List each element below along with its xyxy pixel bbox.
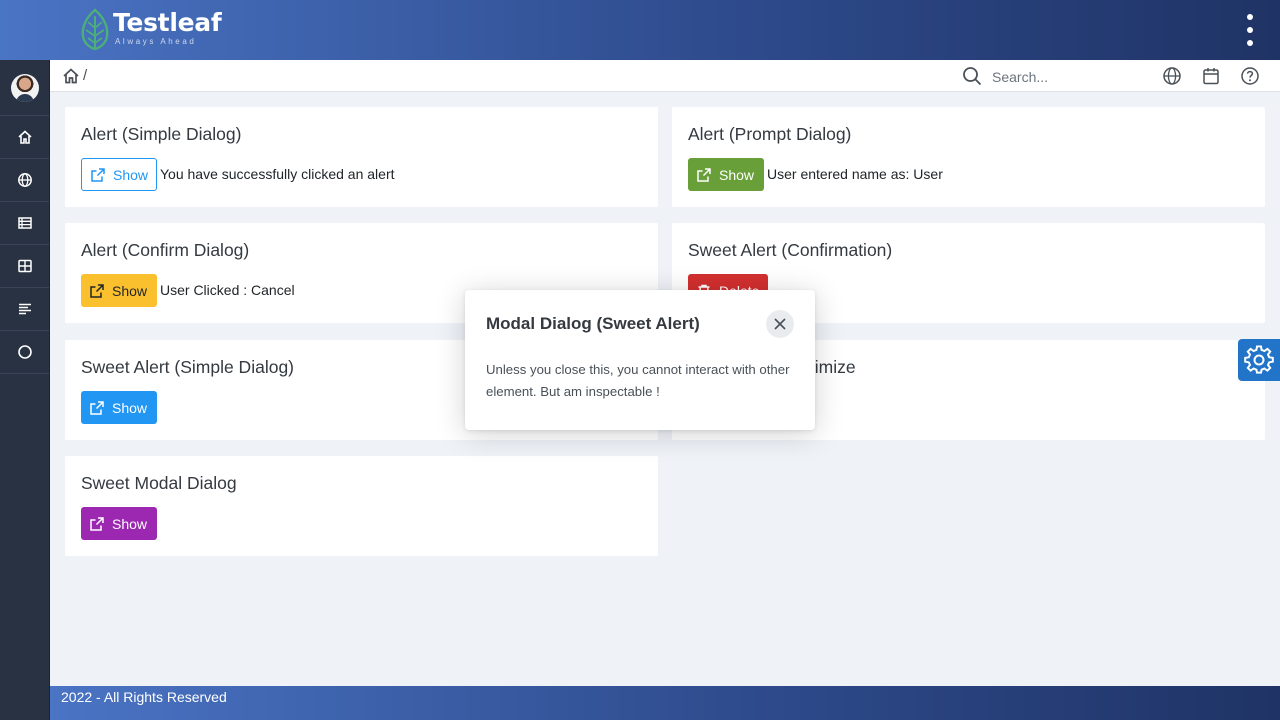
external-link-icon [90,516,104,531]
list-icon [17,217,32,229]
sidebar-item-browser[interactable] [0,159,49,202]
sidebar-item-home[interactable] [0,116,49,159]
card-prompt-alert: Alert (Prompt Dialog) Show User entered … [672,107,1265,207]
card-title: Alert (Prompt Dialog) [688,124,852,144]
card-title: Alert (Confirm Dialog) [81,240,250,260]
show-sweet-modal-button[interactable]: Show [81,507,157,540]
leaf-logo-icon [81,8,109,51]
sidebar-item-misc[interactable] [0,331,49,374]
grid-icon [17,259,32,273]
more-menu-icon[interactable] [1240,14,1260,46]
card-title: Alert (Simple Dialog) [81,124,242,144]
help-icon[interactable] [1240,66,1260,86]
card-sweet-modal: Sweet Modal Dialog Show [65,456,658,556]
button-label: Show [113,166,149,183]
card-simple-alert: Alert (Simple Dialog) Show You have succ… [65,107,658,207]
breadcrumb-separator: / [83,67,88,84]
breadcrumb: / [50,60,1280,92]
brand-logo[interactable]: Testleaf Always Ahead [80,8,222,52]
show-confirm-alert-button[interactable]: Show [81,274,157,307]
modal-body: Unless you close this, you cannot intera… [486,362,790,399]
brand-tagline: Always Ahead [115,37,197,46]
globe-icon[interactable] [1162,66,1182,86]
show-sweet-simple-button[interactable]: Show [81,391,157,424]
brand-name: Testleaf [113,8,222,37]
button-label: Show [112,399,148,416]
layout-config-button[interactable] [1238,339,1280,381]
sidebar-item-text[interactable] [0,288,49,331]
sidebar-profile[interactable] [0,60,49,116]
calendar-icon[interactable] [1201,66,1221,86]
prompt-alert-result: User entered name as: User [767,166,943,182]
card-title: Sweet Modal Dialog [81,473,237,493]
button-label: Show [112,515,148,532]
avatar[interactable] [10,73,39,102]
button-label: Show [719,166,755,183]
sidebar [0,60,50,720]
circle-icon [17,345,32,359]
home-icon [17,130,32,144]
modal-close-button[interactable] [766,310,794,338]
show-prompt-alert-button[interactable]: Show [688,158,764,191]
card-title: Sweet Alert (Simple Dialog) [81,357,294,377]
simple-alert-result: You have successfully clicked an alert [160,166,395,182]
globe-icon [17,173,32,187]
sidebar-item-table[interactable] [0,202,49,245]
external-link-icon [90,400,104,415]
modal-title: Modal Dialog (Sweet Alert) [486,314,700,333]
show-simple-alert-button[interactable]: Show [81,158,157,191]
close-icon [774,318,786,330]
gear-icon [1244,345,1274,374]
top-bar: Testleaf Always Ahead [0,0,1280,60]
confirm-alert-result: User Clicked : Cancel [160,282,295,298]
external-link-icon [697,167,711,182]
breadcrumb-home-icon[interactable] [62,67,80,85]
external-link-icon [90,283,104,298]
sidebar-item-grid[interactable] [0,245,49,288]
align-left-icon [18,303,31,315]
button-label: Show [112,282,148,299]
search-icon[interactable] [962,66,982,86]
modal-dialog: Modal Dialog (Sweet Alert) Unless you cl… [465,290,815,430]
search-input[interactable] [992,66,1142,88]
footer-text: 2022 - All Rights Reserved [61,689,227,705]
footer: 2022 - All Rights Reserved [50,686,1280,720]
card-title: Sweet Alert (Confirmation) [688,240,893,260]
external-link-icon [91,167,105,182]
